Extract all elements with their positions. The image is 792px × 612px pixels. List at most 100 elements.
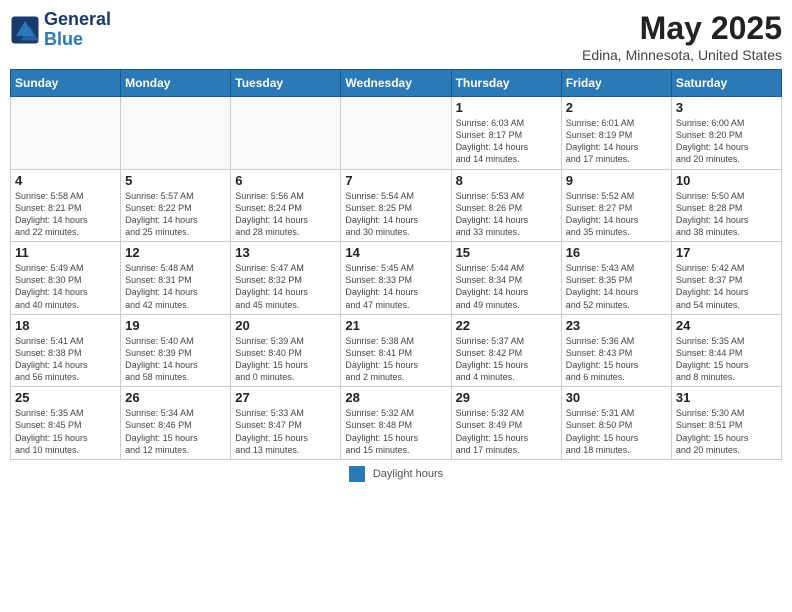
- day-number: 28: [345, 390, 446, 405]
- day-number: 29: [456, 390, 557, 405]
- day-info: Sunrise: 5:34 AM Sunset: 8:46 PM Dayligh…: [125, 407, 226, 456]
- day-info: Sunrise: 5:35 AM Sunset: 8:45 PM Dayligh…: [15, 407, 116, 456]
- day-number: 15: [456, 245, 557, 260]
- logo-icon: [10, 15, 40, 45]
- day-number: 16: [566, 245, 667, 260]
- day-number: 27: [235, 390, 336, 405]
- day-info: Sunrise: 5:44 AM Sunset: 8:34 PM Dayligh…: [456, 262, 557, 311]
- calendar-day: 27 Sunrise: 5:33 AM Sunset: 8:47 PM Dayli…: [231, 387, 341, 460]
- day-info: Sunrise: 5:36 AM Sunset: 8:43 PM Dayligh…: [566, 335, 667, 384]
- calendar-day: 1 Sunrise: 6:03 AM Sunset: 8:17 PM Daylig…: [451, 97, 561, 170]
- calendar-day: 30Sunrise: 5:31 AM Sunset: 8:50 PM Dayli…: [561, 387, 671, 460]
- day-number: 9: [566, 173, 667, 188]
- calendar-day: 17 Sunrise: 5:42 AM Sunset: 8:37 PM Dayli…: [671, 242, 781, 315]
- day-number: 23: [566, 318, 667, 333]
- calendar-header-monday: Monday: [121, 70, 231, 97]
- day-number: 4: [15, 173, 116, 188]
- day-info: Sunrise: 6:03 AM Sunset: 8:17 PM Dayligh…: [456, 117, 557, 166]
- calendar-day: 29 Sunrise: 5:32 AM Sunset: 8:49 PM Dayli…: [451, 387, 561, 460]
- calendar-day: 22 Sunrise: 5:37 AM Sunset: 8:42 PM Dayli…: [451, 314, 561, 387]
- day-info: Sunrise: 5:39 AM Sunset: 8:40 PM Dayligh…: [235, 335, 336, 384]
- calendar-day: 5 Sunrise: 5:57 AM Sunset: 8:22 PM Daylig…: [121, 169, 231, 242]
- calendar: SundayMondayTuesdayWednesdayThursdayFrid…: [10, 69, 782, 460]
- day-info: Sunrise: 5:53 AM Sunset: 8:26 PM Dayligh…: [456, 190, 557, 239]
- day-info: Sunrise: 5:54 AM Sunset: 8:25 PM Dayligh…: [345, 190, 446, 239]
- footer-label: Daylight hours: [373, 468, 443, 480]
- day-info: Sunrise: 5:47 AM Sunset: 8:32 PM Dayligh…: [235, 262, 336, 311]
- day-number: 24: [676, 318, 777, 333]
- calendar-day: [341, 97, 451, 170]
- day-number: 7: [345, 173, 446, 188]
- calendar-day: 26 Sunrise: 5:34 AM Sunset: 8:46 PM Dayli…: [121, 387, 231, 460]
- calendar-day: 24 Sunrise: 5:35 AM Sunset: 8:44 PM Dayli…: [671, 314, 781, 387]
- day-info: Sunrise: 5:52 AM Sunset: 8:27 PM Dayligh…: [566, 190, 667, 239]
- calendar-day: 2Sunrise: 6:01 AM Sunset: 8:19 PM Daylig…: [561, 97, 671, 170]
- calendar-header-friday: Friday: [561, 70, 671, 97]
- calendar-day: 12Sunrise: 5:48 AM Sunset: 8:31 PM Dayli…: [121, 242, 231, 315]
- day-info: Sunrise: 5:42 AM Sunset: 8:37 PM Dayligh…: [676, 262, 777, 311]
- footer: Daylight hours: [10, 466, 782, 482]
- day-number: 22: [456, 318, 557, 333]
- day-number: 30: [566, 390, 667, 405]
- calendar-header-thursday: Thursday: [451, 70, 561, 97]
- day-number: 5: [125, 173, 226, 188]
- day-number: 20: [235, 318, 336, 333]
- calendar-header-row: SundayMondayTuesdayWednesdayThursdayFrid…: [11, 70, 782, 97]
- day-number: 21: [345, 318, 446, 333]
- day-number: 6: [235, 173, 336, 188]
- day-info: Sunrise: 5:58 AM Sunset: 8:21 PM Dayligh…: [15, 190, 116, 239]
- day-info: Sunrise: 5:50 AM Sunset: 8:28 PM Dayligh…: [676, 190, 777, 239]
- day-number: 8: [456, 173, 557, 188]
- day-number: 2: [566, 100, 667, 115]
- calendar-day: 8 Sunrise: 5:53 AM Sunset: 8:26 PM Daylig…: [451, 169, 561, 242]
- calendar-day: [11, 97, 121, 170]
- calendar-day: 13 Sunrise: 5:47 AM Sunset: 8:32 PM Dayli…: [231, 242, 341, 315]
- day-info: Sunrise: 5:41 AM Sunset: 8:38 PM Dayligh…: [15, 335, 116, 384]
- calendar-day: 21 Sunrise: 5:38 AM Sunset: 8:41 PM Dayli…: [341, 314, 451, 387]
- day-number: 26: [125, 390, 226, 405]
- day-info: Sunrise: 6:00 AM Sunset: 8:20 PM Dayligh…: [676, 117, 777, 166]
- calendar-day: 16 Sunrise: 5:43 AM Sunset: 8:35 PM Dayli…: [561, 242, 671, 315]
- calendar-day: 3Sunrise: 6:00 AM Sunset: 8:20 PM Daylig…: [671, 97, 781, 170]
- day-number: 25: [15, 390, 116, 405]
- logo: General Blue: [10, 10, 111, 50]
- day-number: 13: [235, 245, 336, 260]
- day-info: Sunrise: 5:32 AM Sunset: 8:49 PM Dayligh…: [456, 407, 557, 456]
- day-number: 18: [15, 318, 116, 333]
- calendar-day: 7 Sunrise: 5:54 AM Sunset: 8:25 PM Daylig…: [341, 169, 451, 242]
- day-number: 31: [676, 390, 777, 405]
- calendar-day: 10 Sunrise: 5:50 AM Sunset: 8:28 PM Dayli…: [671, 169, 781, 242]
- day-number: 11: [15, 245, 116, 260]
- calendar-day: 19Sunrise: 5:40 AM Sunset: 8:39 PM Dayli…: [121, 314, 231, 387]
- title-block: May 2025 Edina, Minnesota, United States: [582, 10, 782, 63]
- day-info: Sunrise: 5:37 AM Sunset: 8:42 PM Dayligh…: [456, 335, 557, 384]
- day-number: 17: [676, 245, 777, 260]
- calendar-week-2: 4 Sunrise: 5:58 AM Sunset: 8:21 PM Daylig…: [11, 169, 782, 242]
- day-number: 14: [345, 245, 446, 260]
- calendar-day: 20 Sunrise: 5:39 AM Sunset: 8:40 PM Dayli…: [231, 314, 341, 387]
- day-info: Sunrise: 5:57 AM Sunset: 8:22 PM Dayligh…: [125, 190, 226, 239]
- day-number: 10: [676, 173, 777, 188]
- calendar-day: 31Sunrise: 5:30 AM Sunset: 8:51 PM Dayli…: [671, 387, 781, 460]
- calendar-day: 4 Sunrise: 5:58 AM Sunset: 8:21 PM Daylig…: [11, 169, 121, 242]
- calendar-day: 25 Sunrise: 5:35 AM Sunset: 8:45 PM Dayli…: [11, 387, 121, 460]
- calendar-day: 11Sunrise: 5:49 AM Sunset: 8:30 PM Dayli…: [11, 242, 121, 315]
- day-info: Sunrise: 5:48 AM Sunset: 8:31 PM Dayligh…: [125, 262, 226, 311]
- day-info: Sunrise: 5:40 AM Sunset: 8:39 PM Dayligh…: [125, 335, 226, 384]
- day-info: Sunrise: 5:56 AM Sunset: 8:24 PM Dayligh…: [235, 190, 336, 239]
- day-info: Sunrise: 5:45 AM Sunset: 8:33 PM Dayligh…: [345, 262, 446, 311]
- day-info: Sunrise: 5:35 AM Sunset: 8:44 PM Dayligh…: [676, 335, 777, 384]
- calendar-day: [231, 97, 341, 170]
- calendar-header-tuesday: Tuesday: [231, 70, 341, 97]
- calendar-day: [121, 97, 231, 170]
- logo-text: General Blue: [44, 10, 111, 50]
- day-info: Sunrise: 5:43 AM Sunset: 8:35 PM Dayligh…: [566, 262, 667, 311]
- daylight-color-box: [349, 466, 365, 482]
- day-number: 1: [456, 100, 557, 115]
- day-info: Sunrise: 5:33 AM Sunset: 8:47 PM Dayligh…: [235, 407, 336, 456]
- calendar-day: 9 Sunrise: 5:52 AM Sunset: 8:27 PM Daylig…: [561, 169, 671, 242]
- month-year: May 2025: [582, 10, 782, 47]
- calendar-day: 14 Sunrise: 5:45 AM Sunset: 8:33 PM Dayli…: [341, 242, 451, 315]
- calendar-day: 18 Sunrise: 5:41 AM Sunset: 8:38 PM Dayli…: [11, 314, 121, 387]
- day-info: Sunrise: 5:38 AM Sunset: 8:41 PM Dayligh…: [345, 335, 446, 384]
